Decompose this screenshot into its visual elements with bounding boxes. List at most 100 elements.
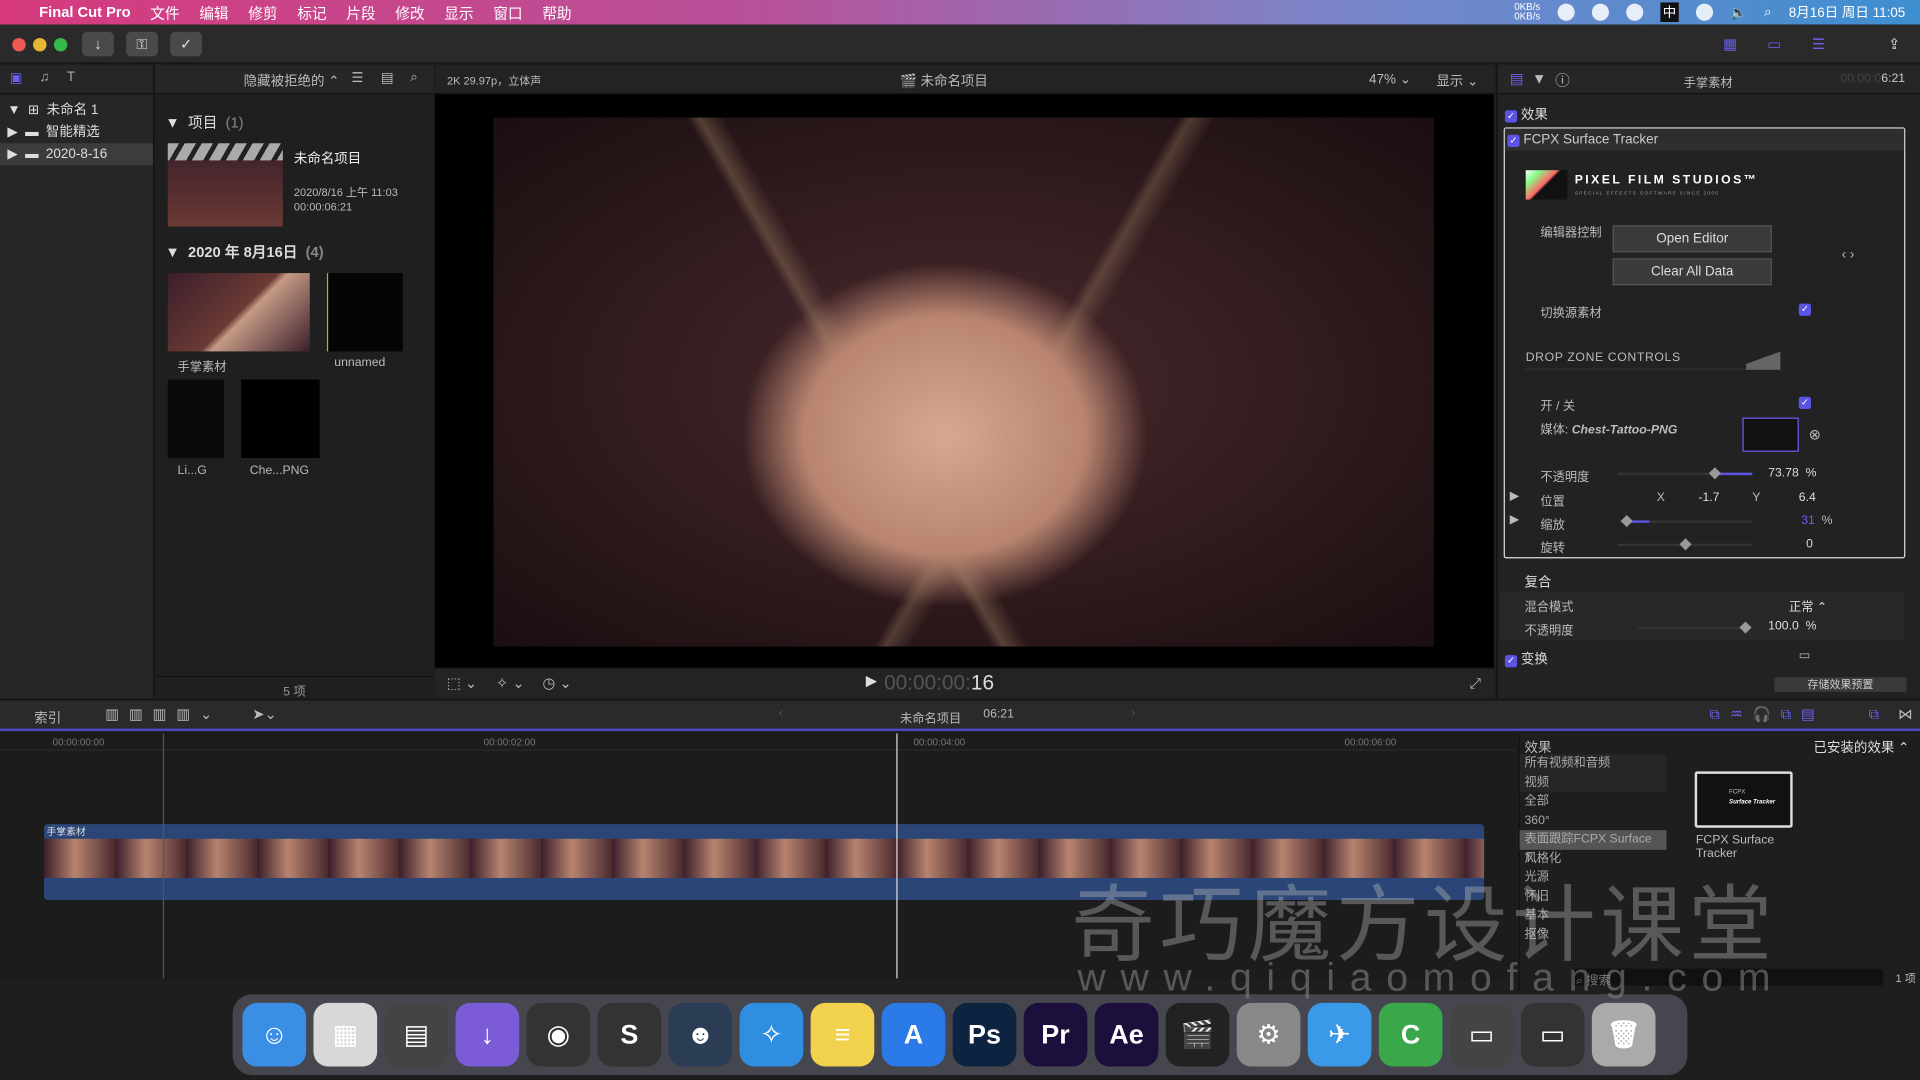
menu-item[interactable]: 显示 — [444, 2, 473, 23]
effects-category[interactable]: 怀旧 — [1520, 887, 1667, 906]
safari-icon[interactable]: ✧ — [739, 1002, 804, 1067]
timeline[interactable]: 00:00:00:00 00:00:02:00 00:00:04:00 00:0… — [0, 733, 1516, 981]
ime-indicator[interactable]: 中 — [1660, 2, 1679, 23]
installed-effects-dropdown[interactable]: 已安装的效果 ⌃ — [1813, 737, 1909, 757]
libraries-icon[interactable]: ▣ — [10, 70, 23, 88]
filter-dropdown[interactable]: 隐藏被拒绝的 ⌃ — [244, 71, 340, 91]
effects-browser-toggle-icon[interactable]: ⧉ — [1869, 705, 1880, 723]
calculator-icon[interactable]: ▤ — [384, 1002, 449, 1067]
share-icon[interactable]: ⇪ — [1878, 32, 1910, 56]
scale-slider[interactable] — [1620, 514, 1753, 528]
after-effects-icon[interactable]: Ae — [1094, 1002, 1159, 1067]
clip-thumbnail[interactable] — [167, 273, 310, 352]
import-button[interactable]: ↓ — [82, 31, 114, 57]
transform-onscreen-icon[interactable]: ▭ — [1799, 649, 1811, 662]
clip-thumbnail[interactable] — [241, 379, 320, 458]
effects-category[interactable]: 所有视频和音频 — [1519, 754, 1667, 774]
app-icon[interactable] — [1626, 3, 1644, 21]
system-preferences-icon[interactable]: ⚙ — [1236, 1002, 1301, 1067]
position-expand[interactable]: ▶ — [1510, 490, 1519, 503]
effect-header[interactable]: ✓ FCPX Surface Tracker — [1504, 128, 1905, 151]
finder-icon[interactable]: ☺ — [242, 1002, 307, 1067]
search-icon[interactable]: ⌕ — [410, 70, 418, 86]
menu-item[interactable]: 修改 — [395, 2, 424, 23]
photoshop-icon[interactable]: Ps — [952, 1002, 1017, 1067]
library-item[interactable]: ▼ ⊞ 未命名 1 — [0, 99, 153, 121]
clear-media-icon[interactable]: ⊗ — [1809, 426, 1821, 443]
premiere-icon[interactable]: Pr — [1023, 1002, 1088, 1067]
clear-all-data-button[interactable]: Clear All Data — [1612, 258, 1772, 286]
video-inspector-icon[interactable]: ▤ — [1510, 70, 1524, 87]
scale-expand[interactable]: ▶ — [1510, 513, 1519, 526]
menu-item[interactable]: 窗口 — [493, 2, 522, 23]
position-x-value[interactable]: -1.7 — [1698, 491, 1719, 504]
blend-mode-dropdown[interactable]: 正常 ⌃ — [1789, 596, 1827, 614]
clip-appearance-icon[interactable]: ▤ — [381, 70, 394, 86]
video-frame[interactable] — [493, 117, 1434, 647]
close-button[interactable] — [12, 37, 26, 52]
menu-item[interactable]: 片段 — [346, 2, 375, 23]
transitions-browser-icon[interactable]: ⋈ — [1898, 705, 1913, 722]
sublime-icon[interactable]: S — [597, 1002, 662, 1067]
cat-icon[interactable]: ☻ — [668, 1002, 733, 1067]
davinci-icon[interactable]: ◉ — [526, 1002, 591, 1067]
disclosure-icon[interactable]: ▶ — [7, 143, 17, 165]
disclosure-icon[interactable]: ▼ — [7, 99, 20, 121]
retime-dropdown[interactable]: ◷ ⌄ — [542, 675, 571, 692]
save-effects-preset-button[interactable]: 存储效果预置 — [1774, 677, 1907, 692]
background-tasks-button[interactable]: ✓ — [170, 31, 203, 57]
effects-category[interactable]: 视频 — [1519, 773, 1667, 793]
select-tool-dropdown[interactable]: ➤⌄ — [252, 705, 277, 722]
effects-category[interactable]: 风格化 — [1520, 849, 1667, 868]
playhead[interactable] — [896, 733, 898, 979]
effects-category[interactable]: 光源 — [1520, 868, 1667, 887]
volume-icon[interactable]: 🔈 — [1730, 4, 1747, 21]
history-forward-button[interactable]: › — [1131, 707, 1135, 720]
library-item[interactable]: ▶ ▬ 智能精选 — [0, 121, 153, 143]
effects-section[interactable]: ✓ 效果 — [1504, 104, 1548, 124]
opacity-value[interactable]: 73.78 % — [1768, 467, 1816, 480]
launchpad-icon[interactable]: ▦ — [313, 1002, 378, 1067]
edit-buttons[interactable]: ▥▥▥▥⌄ — [105, 705, 222, 722]
switch-source-checkbox[interactable]: ✓ — [1798, 303, 1812, 316]
display-dropdown[interactable]: 显示 ⌄ — [1436, 71, 1478, 91]
composite-opacity-value[interactable]: 100.0 % — [1768, 620, 1816, 633]
image-well-icon[interactable] — [1746, 345, 1781, 370]
effect-thumbnail[interactable]: FCPX Surface Tracker — [1694, 771, 1793, 828]
keyframe-nav-icon[interactable]: ‹ › — [1842, 247, 1855, 262]
project-thumbnail[interactable] — [167, 143, 283, 227]
video-clip[interactable]: 手掌素材 — [44, 824, 1485, 901]
play-button[interactable]: ▶ — [866, 672, 877, 689]
minimize-button[interactable] — [33, 37, 47, 52]
enhance-dropdown[interactable]: ✧ ⌄ — [496, 675, 525, 692]
camtasia-icon[interactable]: C — [1378, 1002, 1443, 1067]
final-cut-pro-icon[interactable]: 🎬 — [1165, 1002, 1230, 1067]
opacity-slider[interactable] — [1617, 467, 1753, 480]
list-view-icon[interactable]: ☰ — [351, 70, 363, 86]
rotation-slider[interactable] — [1617, 538, 1753, 551]
wordpress-icon[interactable] — [1695, 3, 1713, 21]
onoff-checkbox[interactable]: ✓ — [1798, 396, 1812, 409]
notes-icon[interactable]: ≡ — [810, 1002, 875, 1067]
trash-icon[interactable]: 🗑 — [1591, 1002, 1656, 1067]
section-projects[interactable]: ▼ 项目 (1) — [165, 111, 243, 132]
index-button[interactable]: 索引 — [34, 708, 61, 728]
clock[interactable]: 8月16日 周日 11:05 — [1789, 2, 1906, 22]
downie-icon[interactable]: ↓ — [455, 1002, 520, 1067]
timecode-display[interactable]: 00:00:00:16 — [884, 671, 994, 695]
section-event[interactable]: ▼ 2020 年 8月16日 (4) — [165, 241, 323, 262]
app-icon[interactable] — [1557, 3, 1575, 21]
browser-toggle-icon[interactable]: ▦ — [1714, 32, 1746, 56]
open-editor-button[interactable]: Open Editor — [1612, 225, 1772, 253]
clip-thumbnail[interactable] — [326, 273, 403, 352]
fcp-window-icon[interactable]: ▭ — [1520, 1002, 1585, 1067]
timeline-ruler[interactable]: 00:00:00:00 00:00:02:00 00:00:04:00 00:0… — [0, 733, 1516, 751]
color-inspector-icon[interactable]: ▼ — [1532, 70, 1547, 87]
spotlight-icon[interactable]: ⌕ — [1764, 4, 1772, 20]
menu-app[interactable]: Final Cut Pro — [39, 4, 130, 21]
zoom-button[interactable] — [53, 37, 68, 52]
airmail-icon[interactable]: ✈ — [1307, 1002, 1372, 1067]
effects-category[interactable]: 基本 — [1520, 906, 1667, 925]
effects-search-input[interactable]: ⌕ 搜索 — [1571, 968, 1884, 988]
library-item[interactable]: ▶ ▬ 2020-8-16 — [0, 143, 154, 166]
